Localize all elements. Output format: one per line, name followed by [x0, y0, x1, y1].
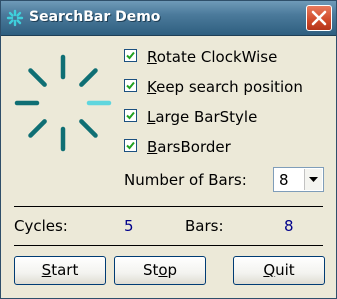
- rotate-clockwise-checkbox[interactable]: [124, 49, 137, 62]
- number-of-bars-label: Number of Bars:: [124, 171, 247, 189]
- separator: [14, 206, 323, 207]
- keep-search-position-label: Keep search position: [147, 78, 303, 96]
- number-of-bars-select[interactable]: 8: [273, 167, 324, 192]
- checkmark-icon: [126, 111, 135, 120]
- checkmark-icon: [126, 51, 135, 60]
- spinner-bar: [79, 119, 98, 138]
- keep-search-position-checkbox[interactable]: [124, 79, 137, 92]
- bars-label: Bars:: [185, 217, 224, 235]
- chevron-down-icon: [309, 177, 318, 182]
- checkmark-icon: [126, 81, 135, 90]
- barsborder-checkbox[interactable]: [124, 139, 137, 152]
- cycles-value: 5: [124, 217, 134, 235]
- rotate-clockwise-label: Rotate ClockWise: [147, 48, 278, 66]
- close-icon: [311, 10, 327, 26]
- spinner-bar: [28, 68, 47, 87]
- app-window: SearchBar Demo Rotate ClockWise Keep sea…: [0, 0, 337, 299]
- large-barstyle-checkbox[interactable]: [124, 109, 137, 122]
- barsborder-label: BarsBorder: [147, 138, 231, 156]
- start-button[interactable]: Start: [14, 256, 106, 285]
- spinner-bar: [79, 68, 98, 87]
- checkmark-icon: [126, 141, 135, 150]
- cycles-label: Cycles:: [14, 217, 68, 235]
- separator: [14, 245, 323, 246]
- spinner-bar: [28, 119, 47, 138]
- searchbar-app-icon: [6, 9, 24, 27]
- spinner-animation: [14, 54, 112, 152]
- quit-button[interactable]: Quit: [233, 256, 325, 285]
- stop-button[interactable]: Stop: [114, 256, 206, 285]
- dropdown-button[interactable]: [304, 169, 322, 190]
- large-barstyle-label: Large BarStyle: [147, 108, 258, 126]
- window-title: SearchBar Demo: [29, 9, 161, 25]
- number-of-bars-value: 8: [279, 171, 289, 189]
- bars-value: 8: [284, 217, 294, 235]
- close-button[interactable]: [306, 5, 332, 31]
- title-bar[interactable]: SearchBar Demo: [1, 1, 336, 36]
